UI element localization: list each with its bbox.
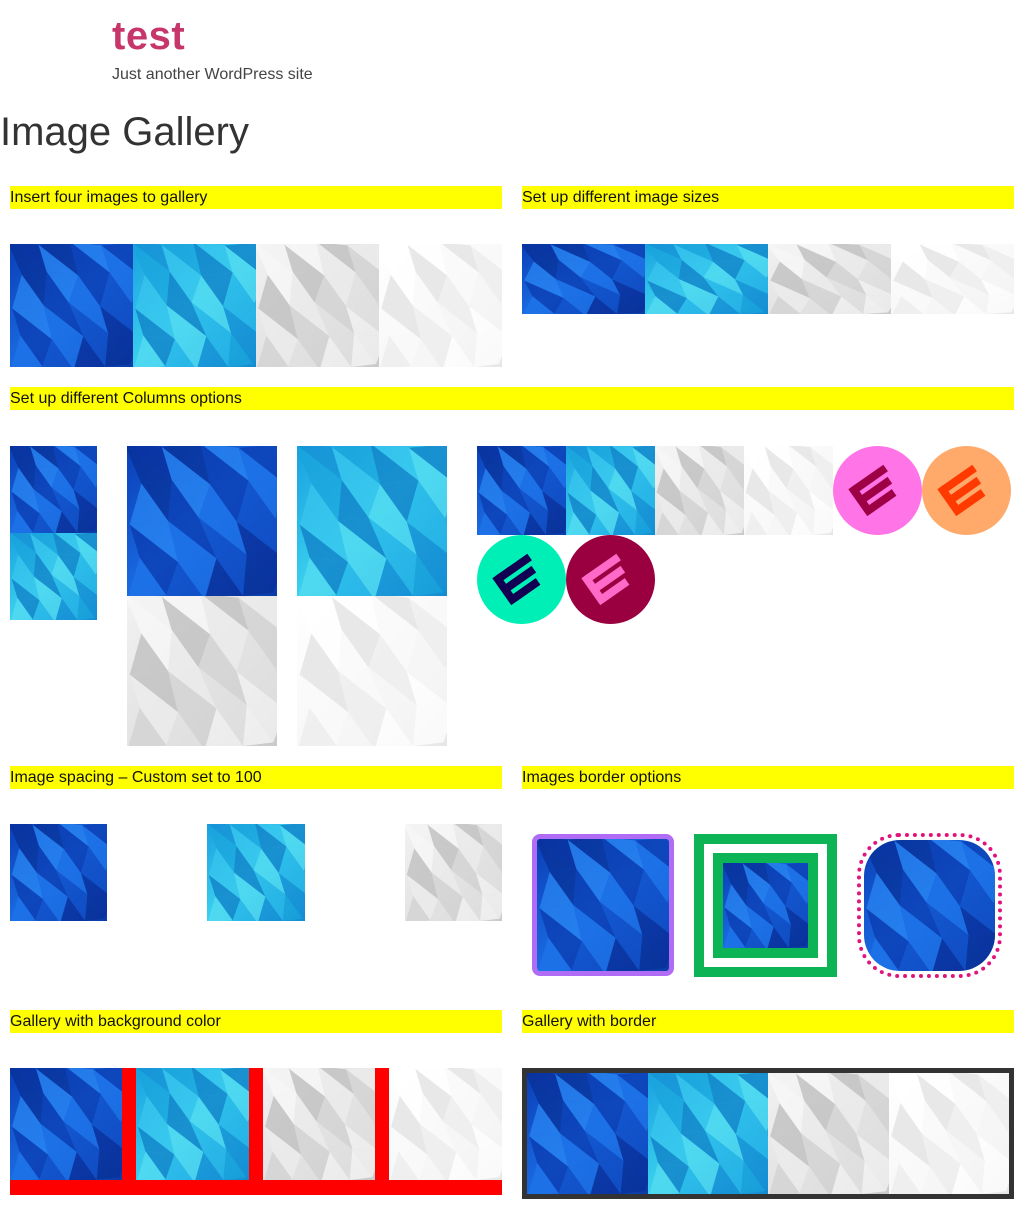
- gallery-image-blue[interactable]: [10, 446, 97, 533]
- gallery-image-white[interactable]: [297, 596, 447, 746]
- gallery-image-gray[interactable]: [256, 244, 379, 367]
- gallery-dark-border: [522, 1068, 1014, 1199]
- section-heading-columns: Set up different Columns options: [10, 387, 1014, 410]
- gallery-image-white[interactable]: [891, 244, 1014, 314]
- gallery-image-gray[interactable]: [768, 1073, 889, 1194]
- section-heading-insert-four: Insert four images to gallery: [10, 186, 502, 209]
- gallery-image-blue[interactable]: [527, 1073, 648, 1194]
- image-dotted-border[interactable]: [857, 833, 1002, 978]
- gallery-image-white[interactable]: [744, 446, 833, 535]
- gallery-image-gray[interactable]: [263, 1068, 375, 1180]
- gallery-image-gray[interactable]: [655, 446, 744, 535]
- gallery-image-blue[interactable]: [522, 244, 645, 314]
- section-heading-spacing: Image spacing – Custom set to 100: [10, 766, 502, 789]
- site-tagline: Just another WordPress site: [112, 66, 313, 83]
- gallery-image-cyan[interactable]: [133, 244, 256, 367]
- gallery-image-cyan[interactable]: [10, 533, 97, 620]
- gallery-image-cyan[interactable]: [136, 1068, 249, 1180]
- gallery-image-gray[interactable]: [768, 244, 891, 314]
- section-heading-border-options: Images border options: [522, 766, 1014, 789]
- logo-icon-pink[interactable]: [833, 446, 922, 535]
- gallery-image-blue[interactable]: [127, 446, 277, 596]
- gallery-image-blue: [723, 863, 808, 948]
- gallery-image-blue[interactable]: [10, 244, 133, 367]
- gallery-image-blue: [864, 840, 995, 971]
- gallery-image-gray[interactable]: [127, 596, 277, 746]
- page-title: Image Gallery: [0, 110, 249, 154]
- gallery-image-blue[interactable]: [477, 446, 566, 535]
- gallery-image-gray[interactable]: [405, 824, 502, 921]
- gallery-image-white[interactable]: [379, 244, 502, 367]
- gallery-image-white[interactable]: [389, 1068, 502, 1180]
- gallery-image-blue[interactable]: [10, 824, 107, 921]
- section-heading-gallery-border: Gallery with border: [522, 1010, 1014, 1033]
- section-heading-background-color: Gallery with background color: [10, 1010, 502, 1033]
- gallery-image-cyan[interactable]: [297, 446, 447, 596]
- gallery-image-cyan[interactable]: [207, 824, 305, 921]
- gallery-image-cyan[interactable]: [645, 244, 768, 314]
- site-title[interactable]: test: [112, 14, 185, 59]
- logo-icon-maroon[interactable]: [566, 535, 655, 624]
- gallery-image-cyan[interactable]: [566, 446, 655, 535]
- gallery-image-blue: [537, 839, 669, 971]
- section-heading-image-sizes: Set up different image sizes: [522, 186, 1014, 209]
- gallery-image-white[interactable]: [889, 1073, 1009, 1194]
- image-green-double-border[interactable]: [694, 834, 837, 977]
- gallery-red-background: [10, 1068, 502, 1195]
- gallery-image-cyan[interactable]: [648, 1073, 768, 1194]
- image-purple-border[interactable]: [532, 834, 674, 976]
- logo-icon-orange[interactable]: [922, 446, 1011, 535]
- gallery-image-blue[interactable]: [10, 1068, 122, 1180]
- logo-icon-teal[interactable]: [477, 535, 566, 624]
